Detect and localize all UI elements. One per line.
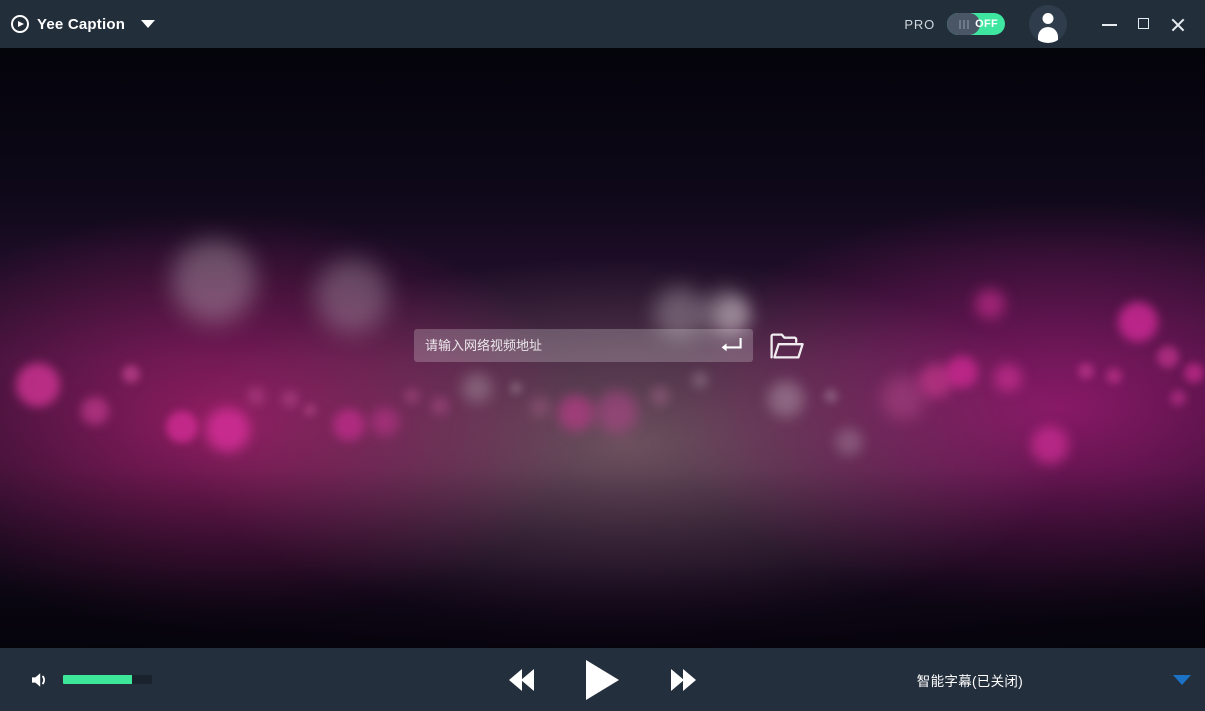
grip-icon (958, 19, 969, 29)
volume-group (30, 670, 152, 690)
url-input-row (414, 329, 804, 362)
rewind-icon (509, 668, 534, 691)
url-input[interactable] (414, 329, 753, 362)
folder-open-icon[interactable] (770, 332, 804, 360)
app-window: Yee Caption PRO OFF 请输入网络视频地址 智能字幕(已关闭) (0, 0, 1205, 711)
smart-subtitle-group[interactable]: 智能字幕(已关闭) (917, 648, 1205, 711)
title-bar: Yee Caption PRO OFF (0, 0, 1205, 48)
smart-subtitle-label: 智能字幕(已关闭) (916, 673, 1023, 689)
play-circle-icon (11, 15, 29, 33)
control-bar: 智能字幕(已关闭) (0, 648, 1205, 711)
user-avatar-icon[interactable] (1029, 5, 1067, 43)
forward-button[interactable] (671, 668, 696, 691)
app-title: Yee Caption (37, 15, 126, 33)
pro-toggle[interactable]: OFF (947, 13, 1005, 35)
volume-slider[interactable] (63, 675, 152, 684)
maximize-icon[interactable] (1131, 11, 1157, 37)
fast-forward-icon (671, 668, 696, 691)
rewind-button[interactable] (509, 668, 534, 691)
app-brand[interactable]: Yee Caption (11, 0, 156, 48)
chevron-down-icon[interactable] (1173, 674, 1191, 685)
window-controls (1089, 11, 1191, 37)
close-icon[interactable] (1165, 11, 1191, 37)
play-icon (586, 659, 619, 700)
volume-fill (63, 675, 133, 684)
play-button[interactable] (586, 659, 619, 700)
chevron-down-icon[interactable] (141, 20, 156, 28)
pro-toggle-state: OFF (975, 18, 998, 30)
enter-return-icon[interactable] (720, 338, 742, 352)
titlebar-right-group: PRO OFF (904, 0, 1205, 48)
pro-label: PRO (904, 16, 935, 32)
speaker-volume-icon[interactable] (30, 670, 50, 690)
url-field[interactable] (414, 329, 753, 362)
minimize-icon[interactable] (1097, 11, 1123, 37)
